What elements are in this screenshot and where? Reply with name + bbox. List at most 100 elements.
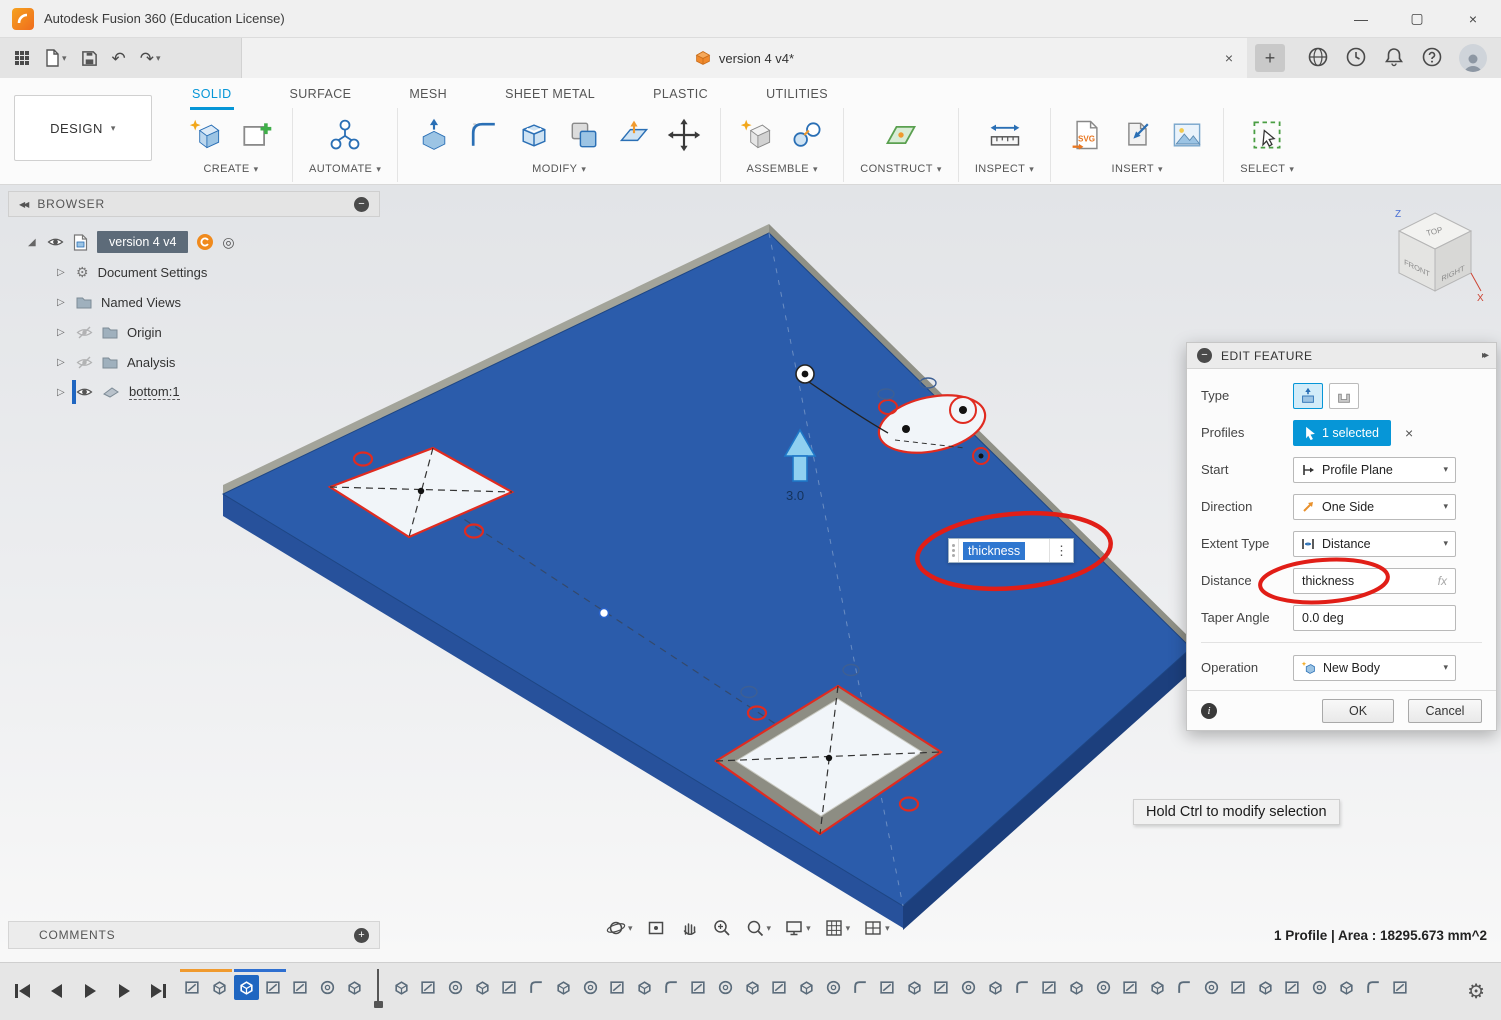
timeline-item-extrude[interactable] bbox=[1253, 975, 1278, 1000]
type-thin-extrude-button[interactable] bbox=[1329, 383, 1359, 409]
timeline-item-sketch[interactable] bbox=[288, 975, 313, 1000]
timeline-item-sketch[interactable] bbox=[497, 975, 522, 1000]
canvas-image-icon[interactable] bbox=[1167, 113, 1207, 157]
new-body-icon[interactable] bbox=[186, 113, 226, 157]
timeline-item-fillet[interactable] bbox=[1010, 975, 1035, 1000]
group-automate-label[interactable]: AUTOMATE bbox=[309, 163, 372, 175]
visibility-off-eye-icon[interactable] bbox=[76, 326, 93, 339]
timeline-item-sketch[interactable] bbox=[261, 975, 286, 1000]
tab-solid[interactable]: SOLID bbox=[190, 82, 234, 110]
select-box-icon[interactable] bbox=[1247, 113, 1287, 157]
timeline-item-hole[interactable] bbox=[578, 975, 603, 1000]
timeline-item-sketch[interactable] bbox=[1280, 975, 1305, 1000]
tab-sheet-metal[interactable]: SHEET METAL bbox=[503, 82, 597, 110]
zoom-tool[interactable] bbox=[712, 918, 732, 938]
drag-grip-icon[interactable] bbox=[949, 539, 959, 562]
window-minimize-button[interactable]: — bbox=[1333, 0, 1389, 37]
insert-mesh-icon[interactable] bbox=[1117, 113, 1157, 157]
timeline-item-extrude[interactable] bbox=[1064, 975, 1089, 1000]
extensions-icon[interactable] bbox=[1307, 46, 1329, 71]
move-copy-icon[interactable] bbox=[664, 113, 704, 157]
timeline-item-fillet[interactable] bbox=[1361, 975, 1386, 1000]
collapse-panel-icon[interactable]: ◀◀ bbox=[19, 200, 27, 209]
timeline-item-sketch[interactable] bbox=[1388, 975, 1413, 1000]
sketch-point-marker[interactable] bbox=[600, 609, 609, 618]
browser-row-bottom-body[interactable]: ▷ bottom:1 bbox=[8, 377, 380, 407]
timeline-item-extrude[interactable] bbox=[1145, 975, 1170, 1000]
document-tab[interactable]: version 4 v4* × bbox=[242, 38, 1247, 78]
timeline-item-extrude[interactable] bbox=[902, 975, 927, 1000]
expand-closed-icon[interactable]: ▷ bbox=[57, 357, 67, 368]
activate-target-icon[interactable]: ◎ bbox=[222, 234, 234, 251]
step-forward-button[interactable] bbox=[112, 979, 136, 1003]
group-modify-label[interactable]: MODIFY bbox=[532, 163, 577, 175]
browser-minimize-icon[interactable]: − bbox=[354, 197, 369, 212]
new-tab-button[interactable]: + bbox=[1255, 44, 1285, 72]
joint-icon[interactable] bbox=[787, 113, 827, 157]
app-grid-icon[interactable] bbox=[14, 50, 30, 66]
play-button[interactable] bbox=[78, 979, 102, 1003]
browser-header[interactable]: ◀◀ BROWSER − bbox=[8, 191, 380, 217]
timeline-item-hole[interactable] bbox=[315, 975, 340, 1000]
new-component-icon[interactable] bbox=[737, 113, 777, 157]
distance-input[interactable]: thickness fx bbox=[1293, 568, 1456, 594]
direction-dropdown[interactable]: One Side ▾ bbox=[1293, 494, 1456, 520]
expand-open-icon[interactable]: ◢ bbox=[28, 237, 38, 248]
timeline-rollback-marker[interactable] bbox=[371, 969, 385, 1009]
operation-dropdown[interactable]: New Body ▾ bbox=[1293, 655, 1456, 681]
root-document-name[interactable]: version 4 v4 bbox=[97, 231, 188, 253]
visibility-eye-icon[interactable] bbox=[76, 386, 93, 398]
browser-row-origin[interactable]: ▷ Origin bbox=[8, 317, 380, 347]
user-avatar[interactable] bbox=[1459, 44, 1487, 72]
save-button[interactable] bbox=[81, 50, 98, 67]
timeline-item-sketch[interactable] bbox=[875, 975, 900, 1000]
timeline-item-sketch[interactable] bbox=[180, 975, 205, 1000]
orbit-tool[interactable]: ▾ bbox=[606, 918, 633, 938]
design-workspace-selector[interactable]: DESIGN ▾ bbox=[14, 95, 152, 161]
group-construct-label[interactable]: CONSTRUCT bbox=[860, 163, 933, 175]
timeline-item-extrude[interactable] bbox=[234, 975, 259, 1000]
redo-button[interactable]: ↷ ▾ bbox=[140, 50, 161, 67]
timeline-item-hole[interactable] bbox=[1307, 975, 1332, 1000]
dialog-minimize-icon[interactable]: − bbox=[1197, 348, 1212, 363]
group-assemble-label[interactable]: ASSEMBLE bbox=[747, 163, 810, 175]
add-comment-icon[interactable]: + bbox=[354, 928, 369, 943]
fit-tool[interactable]: ▾ bbox=[745, 918, 772, 938]
timeline-item-hole[interactable] bbox=[443, 975, 468, 1000]
cancel-button[interactable]: Cancel bbox=[1408, 699, 1482, 723]
look-at-tool[interactable] bbox=[646, 918, 666, 938]
skip-to-end-button[interactable] bbox=[146, 979, 170, 1003]
timeline-item-sketch[interactable] bbox=[1226, 975, 1251, 1000]
clear-selection-icon[interactable]: × bbox=[1405, 425, 1413, 441]
timeline-item-sketch[interactable] bbox=[767, 975, 792, 1000]
timeline-item-fillet[interactable] bbox=[524, 975, 549, 1000]
browser-row-document-settings[interactable]: ▷ ⚙ Document Settings bbox=[8, 257, 380, 287]
combine-icon[interactable] bbox=[564, 113, 604, 157]
visibility-eye-icon[interactable] bbox=[47, 236, 64, 248]
tab-mesh[interactable]: MESH bbox=[407, 82, 449, 110]
file-menu-button[interactable]: ▾ bbox=[44, 49, 67, 67]
viewports[interactable]: ▾ bbox=[863, 918, 890, 938]
profiles-selected-button[interactable]: 1 selected bbox=[1293, 420, 1391, 446]
display-settings[interactable]: ▾ bbox=[784, 918, 811, 938]
group-insert-label[interactable]: INSERT bbox=[1111, 163, 1154, 175]
job-status-clock-icon[interactable] bbox=[1345, 46, 1367, 71]
expand-closed-icon[interactable]: ▷ bbox=[57, 327, 67, 338]
timeline-settings-gear-icon[interactable]: ⚙ bbox=[1467, 979, 1485, 1004]
dialog-header[interactable]: − EDIT FEATURE ▸▸ bbox=[1187, 343, 1496, 369]
taper-angle-input[interactable]: 0.0 deg bbox=[1293, 605, 1456, 631]
skip-to-start-button[interactable] bbox=[10, 979, 34, 1003]
timeline-item-sketch[interactable] bbox=[1037, 975, 1062, 1000]
timeline-item-sketch[interactable] bbox=[686, 975, 711, 1000]
notifications-bell-icon[interactable] bbox=[1383, 46, 1405, 71]
browser-row-named-views[interactable]: ▷ Named Views bbox=[8, 287, 380, 317]
browser-root-row[interactable]: ◢ version 4 v4 ◎ bbox=[8, 227, 380, 257]
pan-tool[interactable] bbox=[679, 918, 699, 938]
dimension-options-dots-icon[interactable]: ⋮ bbox=[1049, 539, 1073, 562]
window-close-button[interactable]: × bbox=[1445, 0, 1501, 37]
tab-utilities[interactable]: UTILITIES bbox=[764, 82, 830, 110]
timeline-item-extrude[interactable] bbox=[632, 975, 657, 1000]
tab-surface[interactable]: SURFACE bbox=[288, 82, 354, 110]
timeline-item-extrude[interactable] bbox=[207, 975, 232, 1000]
timeline-item-hole[interactable] bbox=[821, 975, 846, 1000]
